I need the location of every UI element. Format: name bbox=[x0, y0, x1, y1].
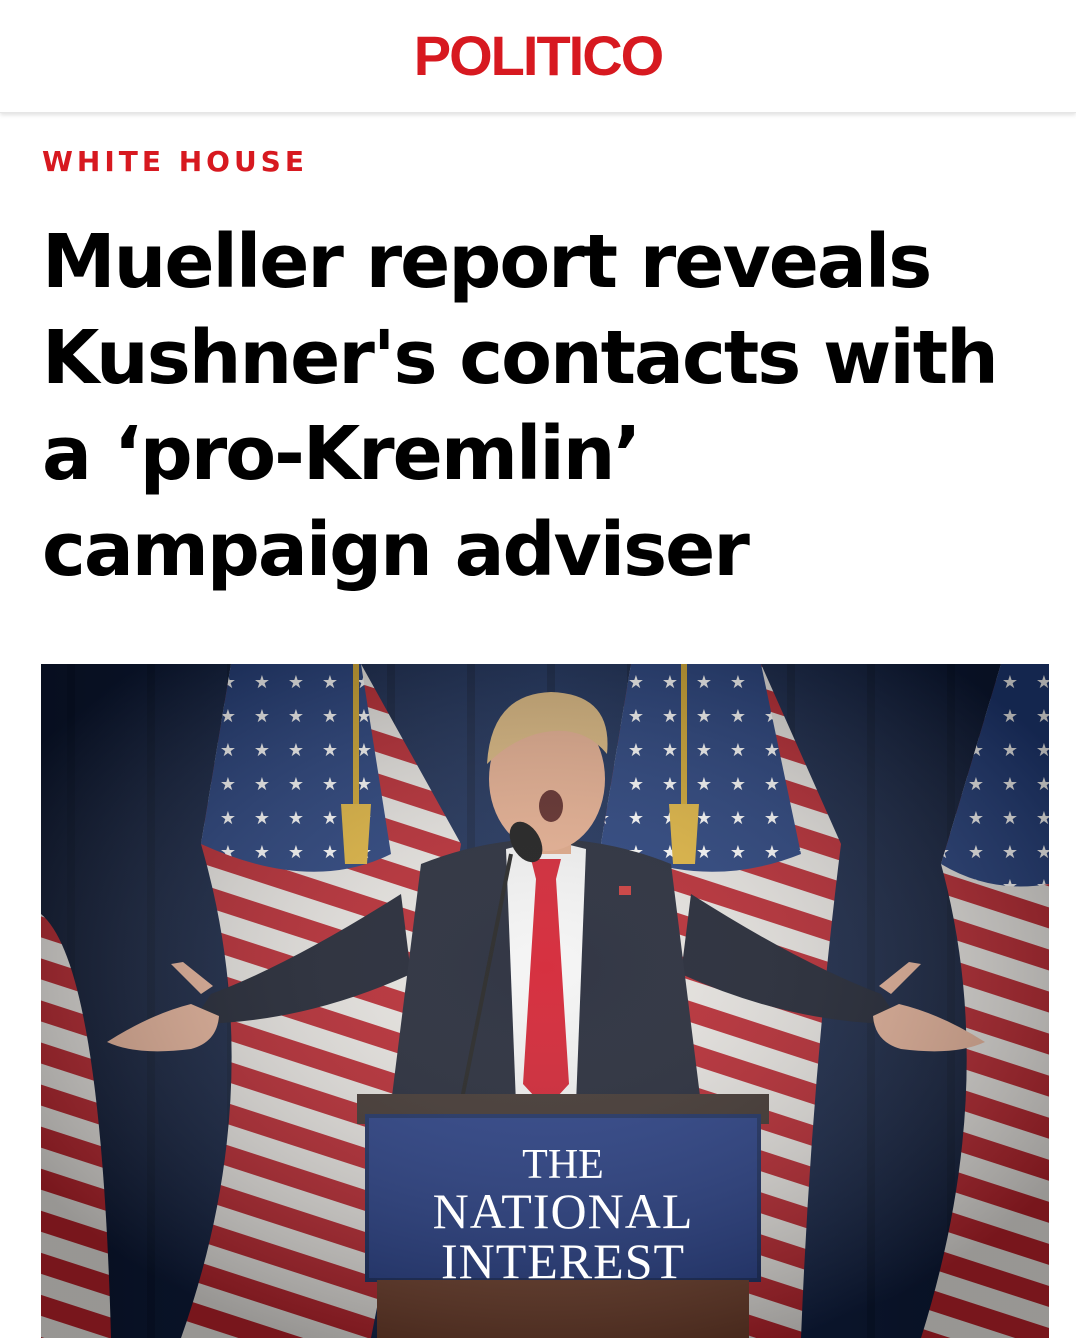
podium-sign: THE NATIONAL INTEREST bbox=[367, 1120, 759, 1286]
article-headline: Mueller report reveals Kushner's contact… bbox=[42, 219, 999, 593]
section-label[interactable]: WHITE HOUSE bbox=[42, 143, 308, 181]
site-header: POLITICO bbox=[0, 0, 1076, 113]
podium-sign-line-1: THE bbox=[522, 1142, 604, 1188]
podium-sign-line-2: NATIONAL bbox=[432, 1183, 694, 1239]
article-hero-image: ★ bbox=[41, 664, 1049, 1338]
politico-logo[interactable]: POLITICO bbox=[0, 24, 1076, 88]
podium-sign-line-3: INTEREST bbox=[440, 1233, 686, 1289]
